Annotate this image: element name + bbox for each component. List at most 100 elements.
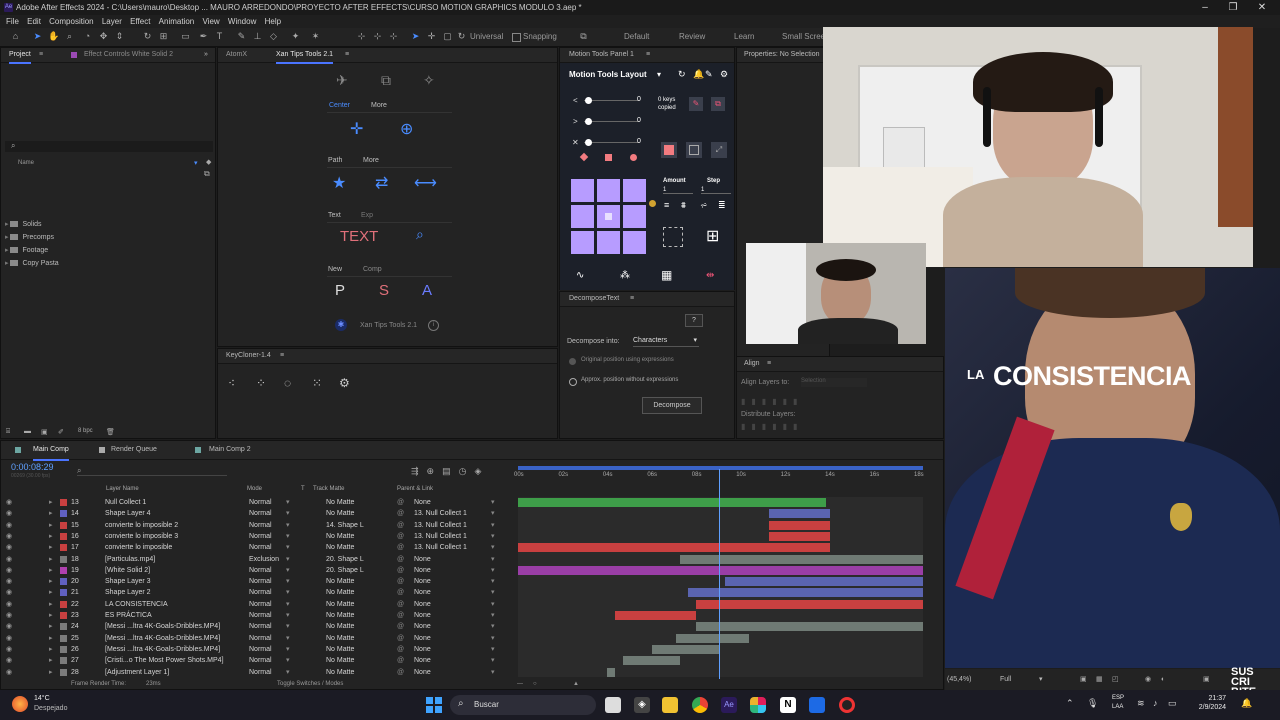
- maximize-icon[interactable]: ❐: [1223, 0, 1243, 15]
- col-layer-name[interactable]: Layer Name: [106, 486, 139, 492]
- layer-track-matte[interactable]: No Matte: [326, 610, 354, 621]
- rectangle-tool-icon[interactable]: ▭: [180, 31, 191, 42]
- layer-mode[interactable]: Normal: [249, 633, 272, 644]
- pen-tool-icon[interactable]: ✒: [198, 31, 209, 42]
- label-color-swatch[interactable]: [60, 668, 67, 676]
- menu-composition[interactable]: Composition: [49, 17, 93, 26]
- anchor-center[interactable]: [597, 205, 620, 228]
- layer-parent[interactable]: None: [414, 599, 431, 610]
- pickwhip-icon[interactable]: @: [397, 633, 404, 644]
- layer-duration-bar[interactable]: [518, 565, 923, 575]
- universal-label[interactable]: Universal: [470, 32, 503, 41]
- table-row[interactable]: ◉ ▸ 17 convierte lo imposible Normal ▾ No Matt…: [1, 542, 516, 553]
- label-color-swatch[interactable]: [60, 612, 67, 619]
- path-shuffle-icon[interactable]: ⇄: [375, 173, 388, 193]
- expand-arrow-icon[interactable]: ▸: [49, 587, 53, 598]
- label-color-swatch[interactable]: [60, 544, 67, 552]
- text-tab[interactable]: Text: [328, 212, 341, 219]
- keyframe-reverse-icon[interactable]: ⁙: [312, 376, 322, 390]
- table-row[interactable]: ◉ ▸ 21 Shape Layer 2 Normal ▾ No Matte @ None ▾: [1, 587, 516, 598]
- tab-main-comp[interactable]: Main Comp: [33, 441, 69, 461]
- info-icon[interactable]: i: [428, 320, 439, 331]
- label-color-swatch[interactable]: [60, 578, 67, 586]
- layer-mode[interactable]: Normal: [249, 667, 272, 678]
- anchor-middle-left[interactable]: [571, 205, 594, 228]
- chevron-down-icon[interactable]: ▾: [491, 565, 495, 576]
- visibility-eye-icon[interactable]: ◉: [6, 542, 12, 553]
- table-row[interactable]: ◉ ▸ 15 convierte lo imposible 2 Normal ▾ 14. S…: [1, 520, 516, 531]
- snapshot-icon[interactable]: ◉: [1145, 669, 1151, 690]
- chevron-down-icon[interactable]: ▾: [286, 531, 290, 542]
- col-t[interactable]: T: [301, 486, 305, 492]
- puppet-tool-icon[interactable]: ✶: [310, 31, 321, 42]
- chevron-down-icon[interactable]: ▾: [1039, 669, 1043, 690]
- notion-icon[interactable]: N: [780, 697, 796, 713]
- layer-parent[interactable]: None: [414, 655, 431, 666]
- clock-time[interactable]: 21:37: [1200, 695, 1226, 702]
- tray-overflow-icon[interactable]: ⌃: [1066, 698, 1074, 709]
- visibility-eye-icon[interactable]: ◉: [6, 508, 12, 519]
- chevron-down-icon[interactable]: ▾: [286, 621, 290, 632]
- table-row[interactable]: ◉ ▸ 13 Null Collect 1 Normal ▾ No Matte @ None ▾: [1, 497, 516, 508]
- layer-name[interactable]: [Adjustment Layer 1]: [105, 667, 169, 678]
- table-row[interactable]: ◉ ▸ 22 LA CONSISTENCIA Normal ▾ No Matte @ None ▾: [1, 599, 516, 610]
- layer-duration-bar[interactable]: [651, 644, 721, 654]
- stagger-icon[interactable]: ⩩: [681, 200, 686, 211]
- layer-parent[interactable]: 13. Null Collect 1: [414, 531, 467, 542]
- layer-mode[interactable]: Normal: [249, 621, 272, 632]
- clock-date[interactable]: 2/9/2024: [1190, 704, 1226, 711]
- delete-icon[interactable]: 🗑: [106, 428, 115, 436]
- slack-icon[interactable]: [750, 697, 766, 713]
- timeline-search-input[interactable]: ⌕: [77, 466, 227, 476]
- table-row[interactable]: ◉ ▸ 20 Shape Layer 3 Normal ▾ No Matte @ None ▾: [1, 576, 516, 587]
- current-timecode[interactable]: 0:00:08:29: [11, 462, 54, 472]
- expand-arrow-icon[interactable]: ▸: [49, 599, 53, 610]
- battery-icon[interactable]: ▭: [1168, 698, 1177, 709]
- menu-animation[interactable]: Animation: [159, 17, 195, 26]
- chrome-icon[interactable]: [692, 697, 708, 713]
- unity-icon[interactable]: ◈: [634, 697, 650, 713]
- anchor-top-right[interactable]: [623, 179, 646, 202]
- layer-track-matte[interactable]: No Matte: [326, 587, 354, 598]
- layer-mode[interactable]: Normal: [249, 542, 272, 553]
- visibility-eye-icon[interactable]: ◉: [6, 587, 12, 598]
- label-color-swatch[interactable]: [60, 589, 67, 597]
- xan-menu-icon[interactable]: ≡: [345, 48, 349, 62]
- chevron-down-icon[interactable]: ▾: [491, 621, 495, 632]
- label-color-swatch[interactable]: [60, 510, 67, 518]
- snapping-checkbox[interactable]: [512, 33, 521, 42]
- fill-color-button[interactable]: [661, 142, 677, 158]
- layer-mode[interactable]: Normal: [249, 655, 272, 666]
- star-path-icon[interactable]: ★: [332, 173, 346, 193]
- layer-mode[interactable]: Normal: [249, 497, 272, 508]
- trello-icon[interactable]: [809, 697, 825, 713]
- chevron-down-icon[interactable]: ▾: [286, 542, 290, 553]
- pickwhip-icon[interactable]: @: [397, 565, 404, 576]
- world-axis-icon[interactable]: ⊹: [372, 31, 383, 42]
- chevron-down-icon[interactable]: ▾: [491, 587, 495, 598]
- tab-render-queue[interactable]: Render Queue: [111, 441, 157, 459]
- view-axis-icon[interactable]: ⊹: [388, 31, 399, 42]
- layer-duration-bar[interactable]: [724, 577, 923, 587]
- keyframe-loop-icon[interactable]: ◌: [284, 376, 291, 390]
- keycloner-menu-icon[interactable]: ≡: [280, 349, 284, 363]
- table-row[interactable]: ◉ ▸ 25 [Messi ...ltra 4K-Goals-Dribbles.MP4…: [1, 633, 516, 644]
- layer-parent[interactable]: 13. Null Collect 1: [414, 542, 467, 553]
- project-settings-icon[interactable]: ✐: [58, 428, 64, 436]
- align-menu-icon[interactable]: ≡: [767, 357, 771, 371]
- pickwhip-icon[interactable]: @: [397, 610, 404, 621]
- weather-desc[interactable]: Despejado: [34, 705, 67, 712]
- new-solid-button[interactable]: S: [379, 282, 389, 299]
- layer-mode[interactable]: Normal: [249, 531, 272, 542]
- visibility-eye-icon[interactable]: ◉: [6, 633, 12, 644]
- col-track-matte[interactable]: Track Matte: [313, 486, 344, 492]
- select-mode-icon[interactable]: ➤: [410, 31, 421, 42]
- expand-arrow-icon[interactable]: ▸: [49, 531, 53, 542]
- layer-track-matte[interactable]: No Matte: [326, 655, 354, 666]
- layer-name[interactable]: [White Solid 2]: [105, 565, 150, 576]
- grid-layout-icon[interactable]: ⊞: [706, 226, 719, 246]
- bounding-box-icon[interactable]: [663, 227, 683, 247]
- layer-mode[interactable]: Normal: [249, 610, 272, 621]
- pickwhip-icon[interactable]: @: [397, 531, 404, 542]
- visibility-eye-icon[interactable]: ◉: [6, 554, 12, 565]
